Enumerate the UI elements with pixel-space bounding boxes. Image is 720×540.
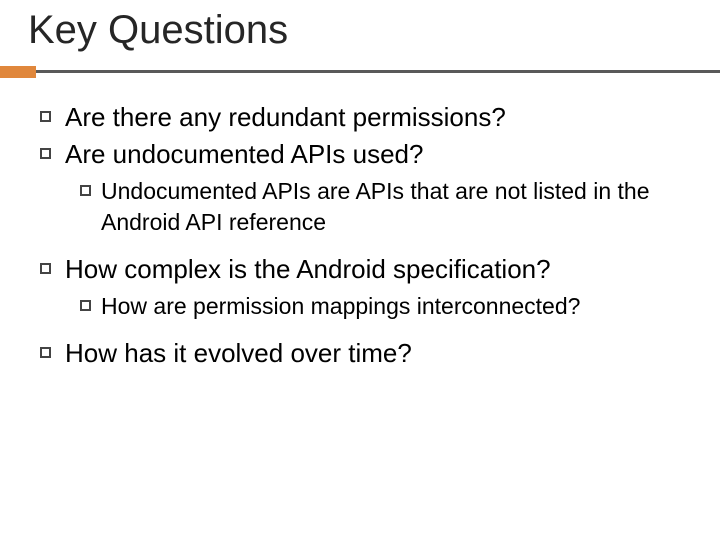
bullet-item: How has it evolved over time?: [40, 336, 690, 371]
bullet-text: How has it evolved over time?: [65, 336, 412, 371]
bullet-item: Are there any redundant permissions?: [40, 100, 690, 135]
divider-accent: [0, 66, 36, 78]
square-bullet-icon: [40, 263, 51, 274]
square-bullet-icon: [80, 300, 91, 311]
slide: Key Questions Are there any redundant pe…: [0, 0, 720, 540]
square-bullet-icon: [40, 148, 51, 159]
sub-bullet-item: How are permission mappings interconnect…: [80, 291, 690, 322]
sub-bullet-text: How are permission mappings interconnect…: [101, 291, 580, 322]
bullet-item: Are undocumented APIs used?: [40, 137, 690, 172]
bullet-text: Are undocumented APIs used?: [65, 137, 423, 172]
square-bullet-icon: [40, 111, 51, 122]
bullet-text: How complex is the Android specification…: [65, 252, 551, 287]
slide-body: Are there any redundant permissions? Are…: [40, 100, 690, 374]
square-bullet-icon: [40, 347, 51, 358]
bullet-item: How complex is the Android specification…: [40, 252, 690, 287]
slide-title: Key Questions: [28, 8, 288, 53]
divider-line: [0, 70, 720, 73]
bullet-text: Are there any redundant permissions?: [65, 100, 506, 135]
square-bullet-icon: [80, 185, 91, 196]
sub-bullet-item: Undocumented APIs are APIs that are not …: [80, 176, 690, 238]
sub-bullet-text: Undocumented APIs are APIs that are not …: [101, 176, 690, 238]
